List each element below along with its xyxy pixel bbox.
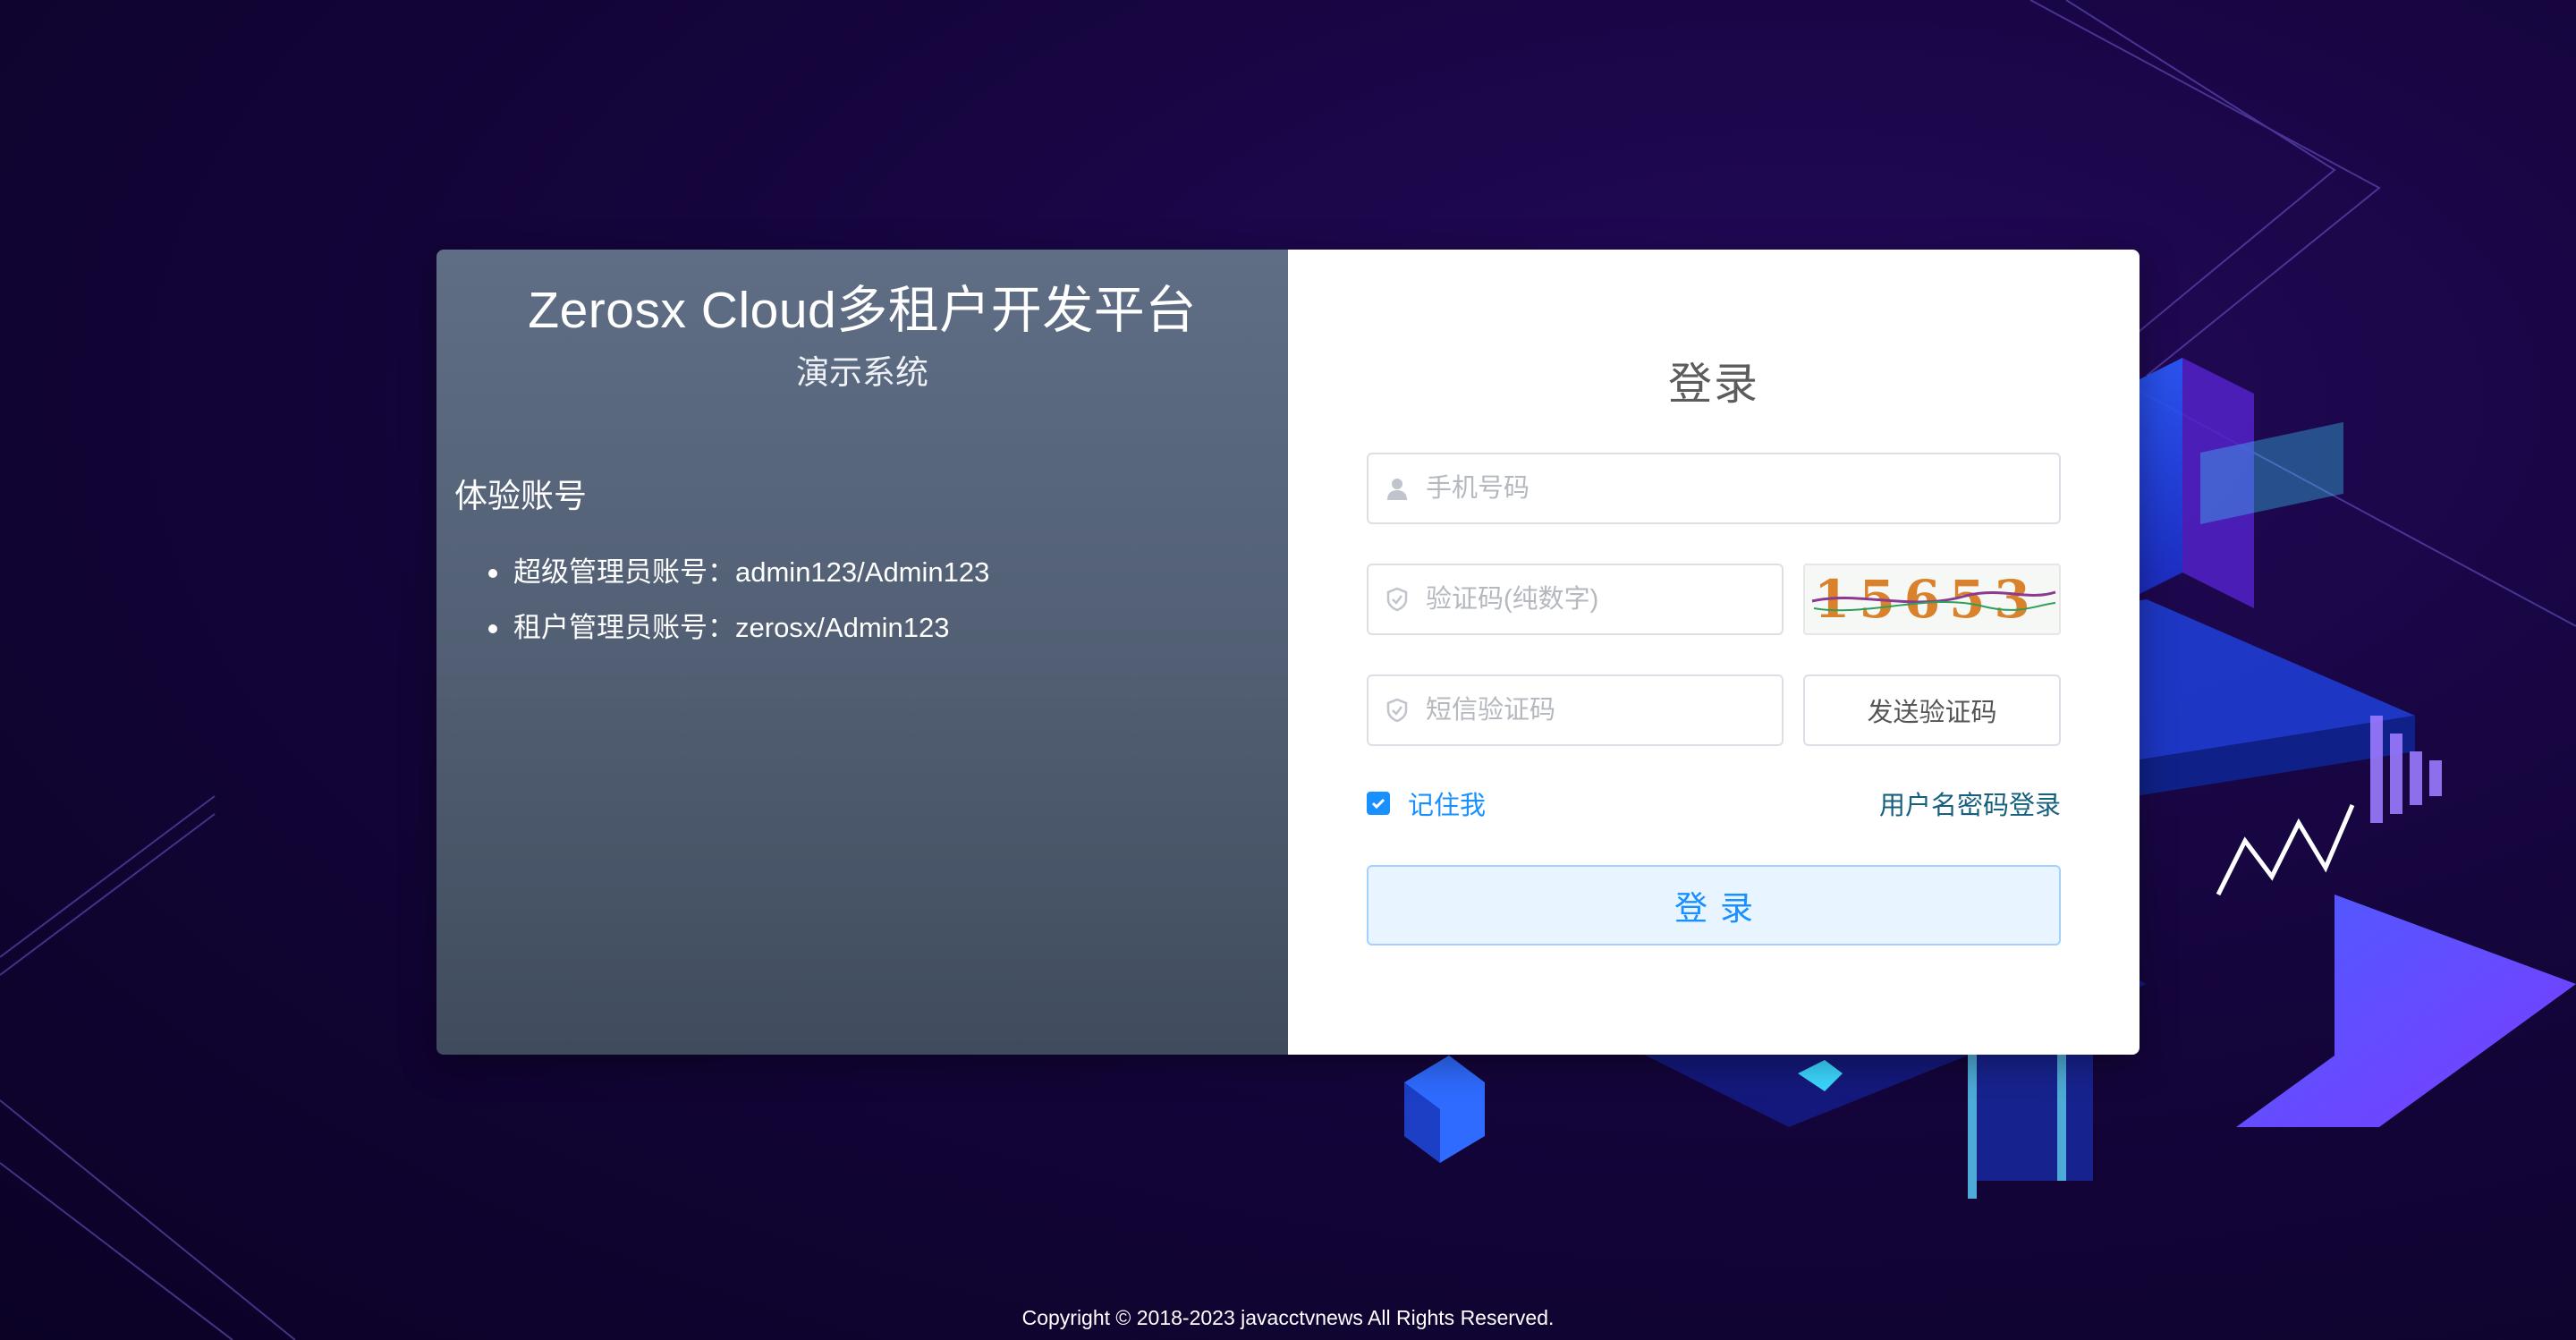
demo-accounts-title: 体验账号 [454, 478, 587, 514]
phone-field[interactable] [1367, 453, 2061, 524]
username-password-login-link[interactable]: 用户名密码登录 [1879, 784, 2061, 822]
intro-panel: Zerosx Cloud多租户开发平台 演示系统 体验账号 超级管理员账号：ad… [436, 250, 1288, 1055]
user-icon [1368, 476, 1426, 501]
captcha-input[interactable] [1426, 565, 1782, 633]
remember-me-checkbox[interactable]: 记住我 [1367, 784, 1486, 822]
send-code-button[interactable]: 发送验证码 [1803, 674, 2061, 746]
remember-me-label: 记住我 [1408, 792, 1487, 820]
shield-icon [1368, 698, 1426, 723]
login-title: 登录 [1667, 360, 1759, 409]
sms-code-input[interactable] [1426, 676, 1782, 744]
phone-input[interactable] [1426, 454, 2059, 522]
sms-code-field[interactable] [1367, 674, 1784, 746]
captcha-field[interactable] [1367, 564, 1784, 635]
copyright-footer: Copyright © 2018-2023 javacctvnews All R… [1021, 1306, 1555, 1329]
demo-accounts-list: 超级管理员账号：admin123/Admin123 租户管理员账号：zerosx… [487, 545, 989, 656]
shield-icon [1368, 587, 1426, 612]
login-button[interactable]: 登录 [1367, 865, 2061, 946]
captcha-image[interactable]: 15653 [1803, 564, 2061, 635]
login-card: Zerosx Cloud多租户开发平台 演示系统 体验账号 超级管理员账号：ad… [436, 250, 2140, 1055]
demo-account-item: 超级管理员账号：admin123/Admin123 [487, 545, 989, 600]
platform-title: Zerosx Cloud多租户开发平台 [528, 282, 1197, 339]
checkbox-checked-icon[interactable] [1367, 792, 1390, 815]
demo-account-item: 租户管理员账号：zerosx/Admin123 [487, 600, 989, 656]
login-form: 登录 15653 [1288, 250, 2140, 1055]
platform-subtitle: 演示系统 [796, 354, 928, 391]
